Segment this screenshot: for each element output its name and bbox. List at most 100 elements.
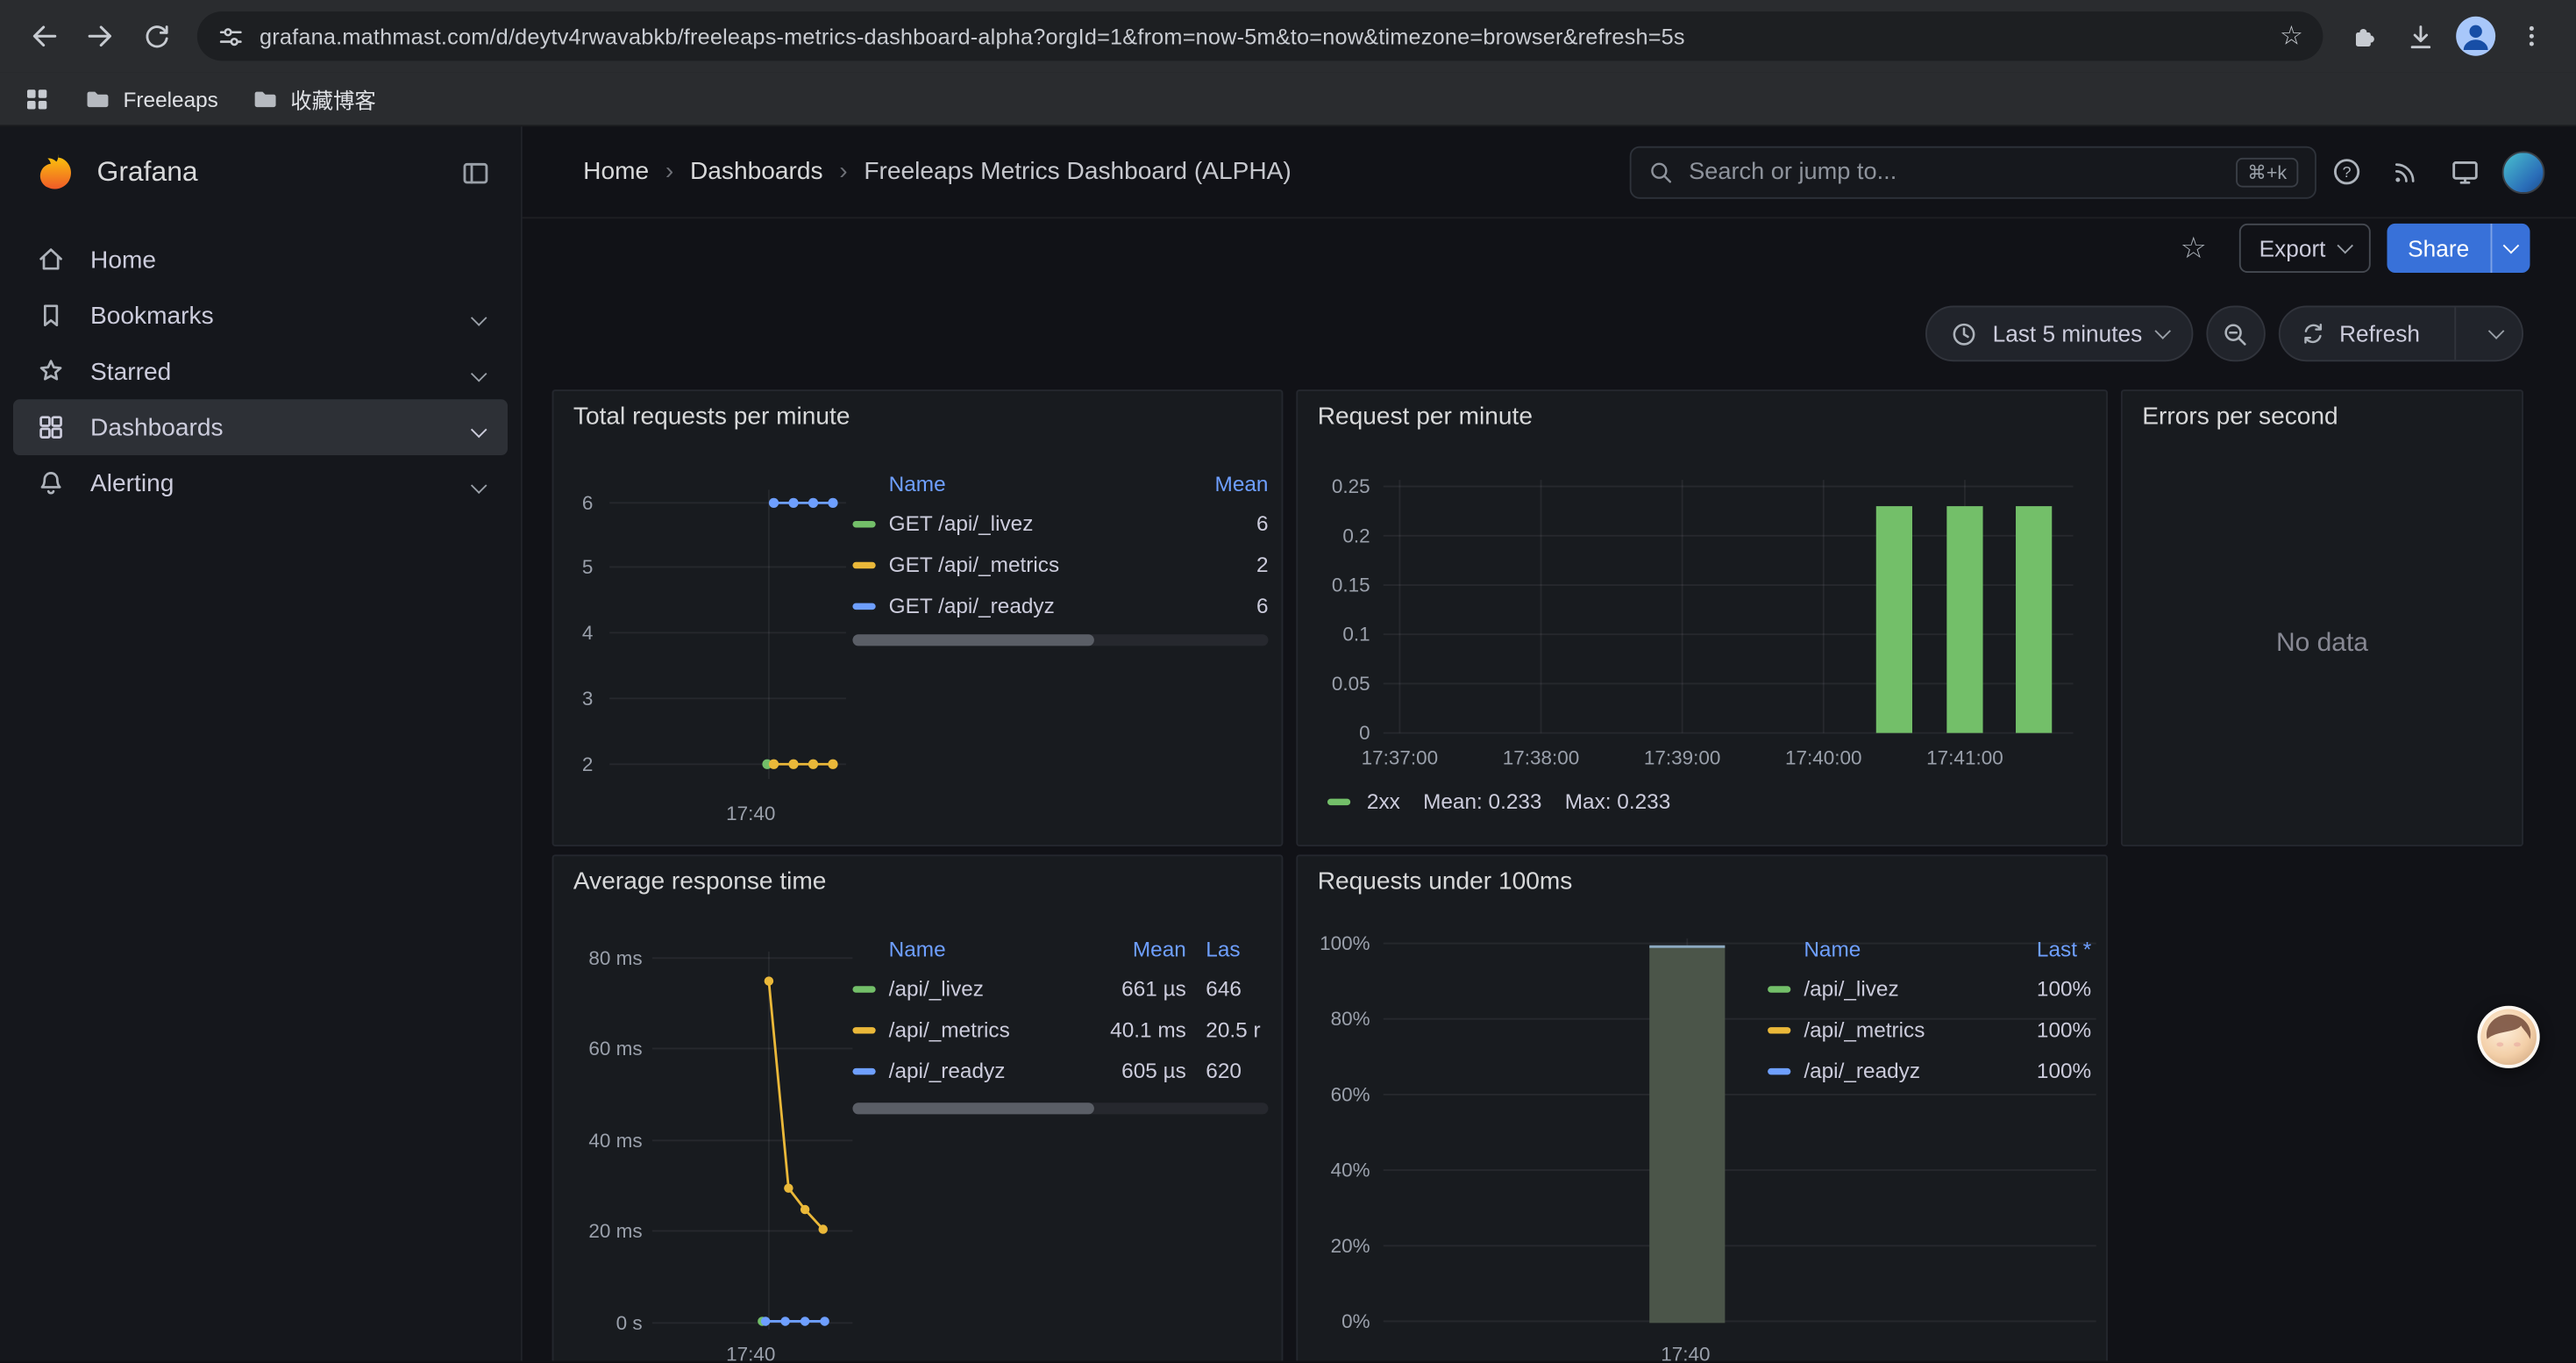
breadcrumb-dashboards[interactable]: Dashboards bbox=[690, 158, 823, 186]
chevron-down-icon[interactable] bbox=[473, 469, 485, 497]
help-button[interactable]: ? bbox=[2316, 142, 2375, 201]
profile-button[interactable] bbox=[2448, 8, 2504, 64]
search-input[interactable]: Search or jump to... ⌘+k bbox=[1630, 146, 2316, 198]
bookmarks-bar: Freeleaps 收藏博客 bbox=[0, 72, 2576, 126]
y-tick: 0.15 bbox=[1301, 574, 1370, 596]
y-tick: 0 bbox=[1301, 722, 1370, 745]
legend-col-name[interactable]: Name bbox=[889, 471, 1163, 496]
legend-col-mean[interactable]: Mean bbox=[1087, 936, 1185, 960]
assistant-avatar[interactable] bbox=[2478, 1006, 2540, 1068]
scrollbar-thumb[interactable] bbox=[852, 634, 1093, 646]
refresh-button[interactable]: Refresh bbox=[2281, 307, 2440, 360]
clock-icon bbox=[1950, 319, 1978, 347]
extensions-button[interactable] bbox=[2336, 8, 2392, 64]
share-menu-caret[interactable] bbox=[2491, 224, 2530, 273]
panel-title[interactable]: Requests under 100ms bbox=[1298, 856, 2106, 907]
extensions-puzzle-icon bbox=[2349, 21, 2379, 51]
time-range-picker[interactable]: Last 5 minutes bbox=[1925, 306, 2194, 362]
x-tick: 17:39:00 bbox=[1644, 746, 1721, 769]
dashboard-actions-bar: ☆ Export Share bbox=[523, 218, 2576, 277]
legend-scrollbar[interactable] bbox=[852, 634, 1268, 646]
share-button[interactable]: Share bbox=[2387, 224, 2530, 273]
y-tick: 80 ms bbox=[557, 946, 642, 969]
apps-grid-button[interactable] bbox=[23, 84, 51, 112]
chevron-down-icon bbox=[2154, 322, 2171, 339]
bookmark-item-freeleaps[interactable]: Freeleaps bbox=[84, 84, 218, 112]
series-name[interactable]: /api/_readyz bbox=[1804, 1059, 1996, 1083]
panel-title[interactable]: Request per minute bbox=[1298, 391, 2106, 442]
series-swatch bbox=[852, 1067, 875, 1074]
news-button[interactable] bbox=[2375, 142, 2434, 201]
y-tick: 40 ms bbox=[557, 1129, 642, 1152]
screen-share-button[interactable] bbox=[2435, 142, 2494, 201]
breadcrumb-home[interactable]: Home bbox=[583, 158, 649, 186]
sidebar-item-dashboards[interactable]: Dashboards bbox=[13, 399, 508, 455]
x-tick: 17:37:00 bbox=[1362, 746, 1439, 769]
browser-menu-button[interactable] bbox=[2504, 8, 2560, 64]
legend-scrollbar[interactable] bbox=[852, 1103, 1268, 1114]
panel-title[interactable]: Average response time bbox=[553, 856, 1281, 907]
export-button[interactable]: Export bbox=[2239, 224, 2370, 273]
sidebar-item-label: Alerting bbox=[90, 469, 174, 497]
series-mean: 2 bbox=[1163, 553, 1269, 577]
chevron-down-icon[interactable] bbox=[473, 302, 485, 330]
user-menu-button[interactable] bbox=[2494, 142, 2552, 201]
chevron-down-icon[interactable] bbox=[473, 413, 485, 441]
legend-row: GET /api/_readyz 6 bbox=[852, 585, 1268, 626]
y-tick: 80% bbox=[1301, 1008, 1370, 1031]
url-bar[interactable]: grafana.mathmast.com/d/deytv4rwavabkb/fr… bbox=[197, 11, 2323, 61]
legend-row: /api/_metrics 40.1 ms 20.5 r bbox=[852, 1009, 1283, 1050]
series-name[interactable]: GET /api/_readyz bbox=[889, 593, 1163, 617]
panel-errors-per-second: Errors per second No data bbox=[2121, 389, 2523, 846]
sidebar-item-bookmarks[interactable]: Bookmarks bbox=[13, 288, 508, 344]
series-name[interactable]: /api/_livez bbox=[1804, 976, 1996, 1001]
series-name[interactable]: GET /api/_metrics bbox=[889, 553, 1163, 577]
refresh-interval-caret[interactable] bbox=[2471, 307, 2522, 360]
sidebar: Grafana Home Bookmarks Starred bbox=[0, 126, 523, 1360]
reload-button[interactable] bbox=[128, 8, 184, 64]
collapse-sidebar-button[interactable] bbox=[460, 157, 492, 189]
series-name[interactable]: 2xx bbox=[1367, 789, 1400, 813]
legend-col-last[interactable]: Las bbox=[1186, 936, 1284, 960]
panel-title[interactable]: Errors per second bbox=[2123, 391, 2522, 442]
x-tick: 17:40 bbox=[726, 802, 775, 824]
series-name[interactable]: /api/_livez bbox=[889, 976, 1088, 1001]
bookmark-star-icon[interactable]: ☆ bbox=[2280, 19, 2303, 52]
series-name[interactable]: /api/_metrics bbox=[1804, 1017, 1996, 1042]
series-name[interactable]: /api/_readyz bbox=[889, 1059, 1088, 1083]
main-area: Home › Dashboards › Freeleaps Metrics Da… bbox=[523, 126, 2576, 1360]
zoom-out-button[interactable] bbox=[2206, 306, 2265, 362]
legend-col-name[interactable]: Name bbox=[1804, 936, 1996, 960]
sidebar-item-starred[interactable]: Starred bbox=[13, 344, 508, 400]
legend-table: Name Mean Las /api/_livez 661 µs 646 bbox=[852, 929, 1283, 1091]
sidebar-item-alerting[interactable]: Alerting bbox=[13, 455, 508, 511]
chevron-down-icon[interactable] bbox=[473, 358, 485, 386]
forward-button[interactable] bbox=[72, 8, 128, 64]
sidebar-item-home[interactable]: Home bbox=[13, 232, 508, 288]
sidebar-item-label: Home bbox=[90, 246, 156, 274]
bookmark-icon bbox=[36, 301, 66, 331]
panel-requests-under-100ms: Requests under 100ms 100% 80% 60% 40% 20… bbox=[1296, 854, 2108, 1360]
series-name[interactable]: GET /api/_livez bbox=[889, 511, 1163, 536]
legend-table: Name Last * /api/_livez 100% /api/_metri… bbox=[1768, 929, 2091, 1091]
back-button[interactable] bbox=[17, 8, 73, 64]
downloads-button[interactable] bbox=[2392, 8, 2448, 64]
rss-icon bbox=[2390, 157, 2420, 187]
legend-col-name[interactable]: Name bbox=[889, 936, 1088, 960]
legend-row: /api/_readyz 100% bbox=[1768, 1050, 2091, 1091]
grafana-logo[interactable] bbox=[36, 151, 79, 194]
scrollbar-thumb[interactable] bbox=[852, 1103, 1093, 1114]
series-last: 20.5 r bbox=[1186, 1017, 1284, 1042]
series-mean: 661 µs bbox=[1087, 976, 1185, 1001]
legend-col-last[interactable]: Last * bbox=[1996, 936, 2092, 960]
export-label: Export bbox=[2259, 235, 2326, 261]
favorite-dashboard-button[interactable]: ☆ bbox=[2164, 218, 2223, 277]
series-name[interactable]: /api/_metrics bbox=[889, 1017, 1088, 1042]
svg-text:?: ? bbox=[2342, 163, 2351, 181]
legend-row: /api/_livez 100% bbox=[1768, 968, 2091, 1010]
bookmark-item-blog[interactable]: 收藏博客 bbox=[251, 83, 375, 115]
panel-title[interactable]: Total requests per minute bbox=[553, 391, 1281, 442]
legend-col-mean[interactable]: Mean bbox=[1163, 471, 1269, 496]
site-info-icon[interactable] bbox=[217, 22, 245, 50]
legend-table: Name Mean GET /api/_livez 6 GET /api/_me… bbox=[852, 463, 1268, 625]
